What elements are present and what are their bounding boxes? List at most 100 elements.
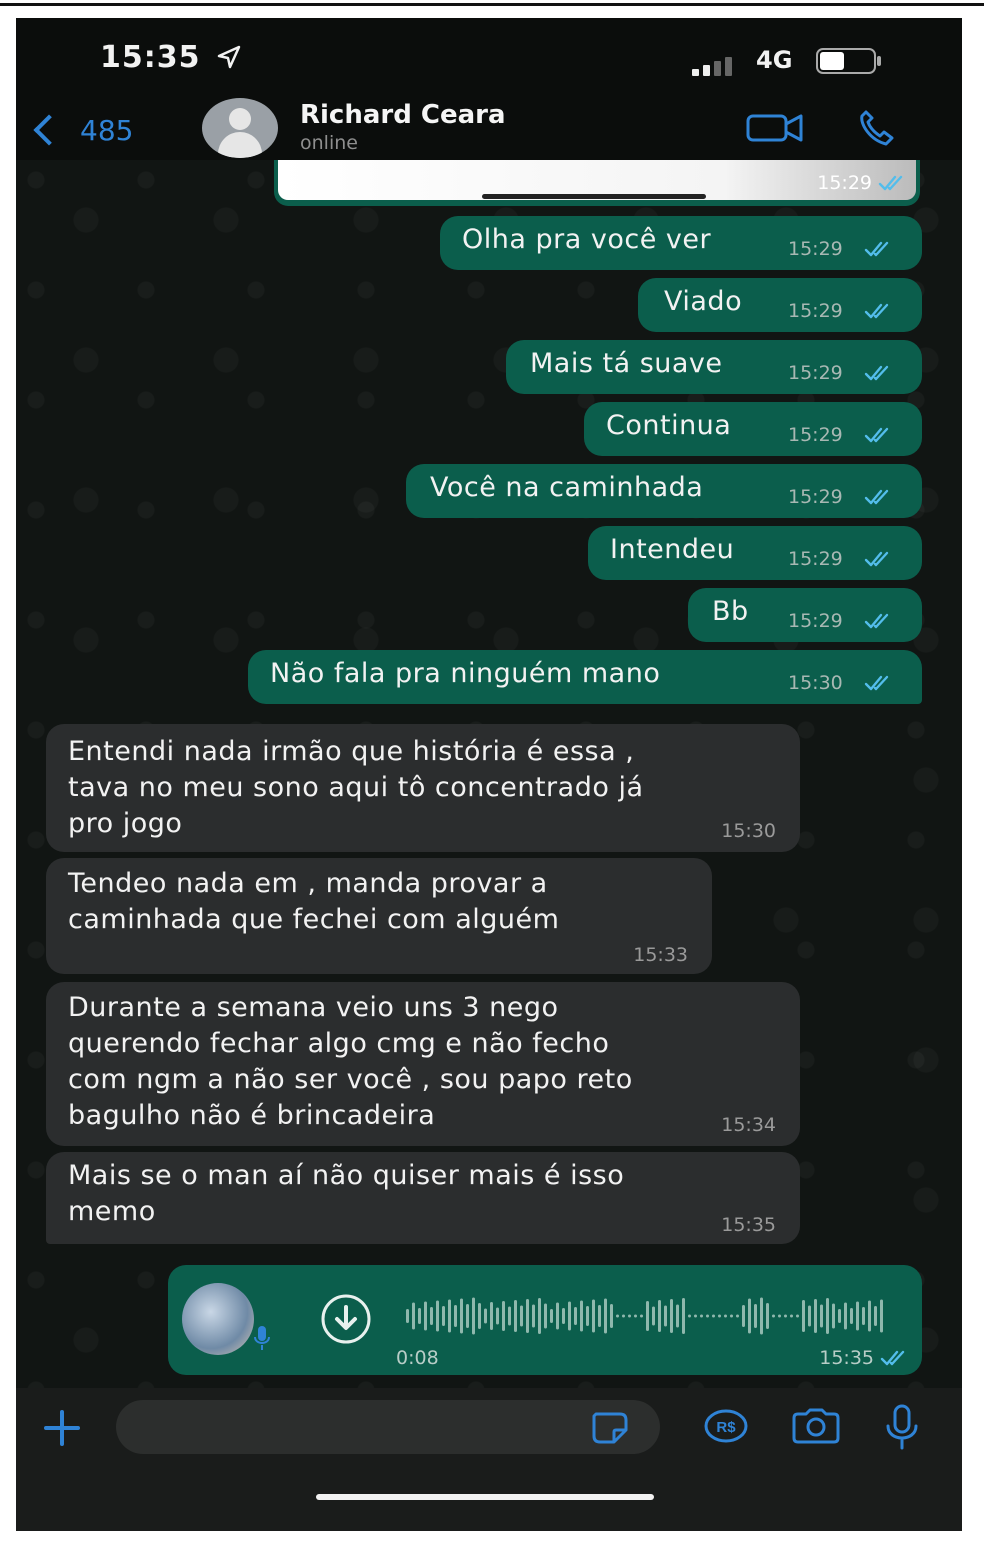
plus-icon[interactable] — [42, 1408, 82, 1448]
message-text: Olha pra você ver — [462, 224, 712, 255]
location-arrow-icon — [217, 45, 241, 69]
waveform-bar — [592, 1299, 595, 1333]
waveform-bar — [754, 1304, 757, 1328]
back-button[interactable]: 485 — [33, 110, 134, 150]
waveform-bar — [472, 1297, 475, 1335]
waveform-bar — [844, 1302, 847, 1330]
waveform-bar — [496, 1307, 499, 1325]
waveform-bar — [778, 1314, 781, 1318]
waveform-bar — [826, 1298, 829, 1334]
waveform-bar — [634, 1314, 637, 1318]
read-ticks-icon — [864, 613, 889, 629]
download-icon[interactable] — [320, 1293, 372, 1345]
waveform-bar — [670, 1299, 673, 1333]
message-text: Bb — [712, 596, 749, 627]
status-time: 15:35 — [100, 40, 201, 75]
waveform-bar — [628, 1314, 631, 1318]
message-text: Você na caminhada — [430, 472, 704, 503]
message-bubble-out[interactable]: Intendeu 15:29 — [588, 526, 922, 580]
message-line: caminhada que fechei com alguém — [68, 904, 560, 935]
message-time: 15:29 — [788, 424, 843, 446]
message-time: 15:29 — [788, 548, 843, 570]
waveform-bar — [880, 1299, 883, 1333]
message-bubble-out[interactable]: Mais tá suave 15:29 — [506, 340, 922, 394]
composer-bar: R$ — [16, 1388, 962, 1531]
message-bubble-out[interactable]: Não fala pra ninguém mano 15:30 — [248, 650, 922, 704]
waveform-bar — [772, 1314, 775, 1318]
message-text: Intendeu — [610, 534, 735, 565]
waveform-bar — [700, 1314, 703, 1318]
message-input[interactable] — [116, 1400, 660, 1454]
waveform-bar — [682, 1298, 685, 1334]
read-ticks-icon — [864, 427, 889, 443]
read-ticks-icon — [878, 175, 903, 191]
message-time: 15:29 — [788, 610, 843, 632]
sticker-icon[interactable] — [590, 1410, 630, 1446]
message-time: 15:35 — [721, 1214, 776, 1236]
waveform-bar — [418, 1308, 421, 1324]
message-bubble-out[interactable]: Continua 15:29 — [584, 402, 922, 456]
read-ticks-icon — [864, 365, 889, 381]
read-ticks-icon — [864, 551, 889, 567]
message-bubble-out[interactable]: Você na caminhada 15:29 — [406, 464, 922, 518]
waveform-bar — [460, 1298, 463, 1334]
image-message[interactable]: 15:29 — [274, 160, 920, 206]
message-line: querendo fechar algo cmg e não fecho — [68, 1028, 610, 1059]
message-time: 15:29 — [788, 300, 843, 322]
read-ticks-icon — [864, 241, 889, 257]
contact-name[interactable]: Richard Ceara — [300, 100, 506, 130]
rs-icon[interactable]: R$ — [704, 1408, 748, 1444]
waveform-bar — [706, 1314, 709, 1318]
voice-message[interactable]: 0:08 15:35 — [168, 1265, 922, 1375]
waveform-bar — [790, 1314, 793, 1318]
waveform-bar — [604, 1298, 607, 1334]
message-line: tava no meu sono aqui tô concentrado já — [68, 772, 644, 803]
message-bubble-out[interactable]: Viado 15:29 — [638, 278, 922, 332]
phone-icon[interactable] — [856, 110, 906, 150]
message-text: Viado — [664, 286, 743, 317]
waveform-bar — [448, 1299, 451, 1333]
waveform-bar — [526, 1299, 529, 1333]
message-text: Não fala pra ninguém mano — [270, 658, 661, 689]
message-line: Entendi nada irmão que história é essa , — [68, 736, 635, 767]
waveform-bar — [490, 1302, 493, 1330]
waveform-bar — [730, 1314, 733, 1318]
message-line: bagulho não é brincadeira — [68, 1100, 436, 1131]
message-bubble-in[interactable]: Mais se o man aí não quiser mais é isso … — [46, 1152, 800, 1244]
message-bubble-out[interactable]: Olha pra você ver 15:29 — [440, 216, 922, 270]
camera-icon[interactable] — [790, 1408, 842, 1444]
read-ticks-icon — [864, 303, 889, 319]
waveform-bar — [664, 1305, 667, 1327]
waveform-bar — [484, 1308, 487, 1324]
message-bubble-out[interactable]: Bb 15:29 — [688, 588, 922, 642]
message-time: 15:29 — [788, 238, 843, 260]
waveform-bar — [424, 1301, 427, 1331]
waveform-bar — [442, 1306, 445, 1326]
waveform-bar — [646, 1301, 649, 1331]
message-bubble-in[interactable]: Tendeo nada em , manda provar a caminhad… — [46, 858, 712, 974]
avatar[interactable] — [202, 98, 278, 158]
waveform-bar — [598, 1305, 601, 1327]
waveform-bar — [820, 1304, 823, 1328]
waveform[interactable] — [406, 1293, 886, 1339]
microphone-icon — [254, 1326, 270, 1350]
waveform-bar — [544, 1303, 547, 1329]
read-ticks-icon — [864, 675, 889, 691]
network-type: 4G — [756, 46, 793, 74]
waveform-bar — [532, 1304, 535, 1328]
waveform-bar — [766, 1303, 769, 1329]
message-time: 15:33 — [633, 944, 688, 966]
microphone-icon[interactable] — [884, 1404, 920, 1450]
phone-screen: 15:35 4G 485 Richard Ceara online 15:29 … — [16, 18, 962, 1531]
message-line: memo — [68, 1196, 156, 1227]
chevron-left-icon — [33, 114, 65, 146]
message-bubble-in[interactable]: Entendi nada irmão que história é essa ,… — [46, 724, 800, 852]
waveform-bar — [676, 1304, 679, 1328]
unread-count: 485 — [80, 113, 134, 147]
message-time: 15:34 — [721, 1114, 776, 1136]
status-bar: 15:35 4G — [16, 18, 962, 98]
message-line: Tendeo nada em , manda provar a — [68, 868, 548, 899]
message-bubble-in[interactable]: Durante a semana veio uns 3 nego querend… — [46, 982, 800, 1146]
waveform-bar — [694, 1314, 697, 1318]
video-camera-icon[interactable] — [746, 112, 804, 144]
